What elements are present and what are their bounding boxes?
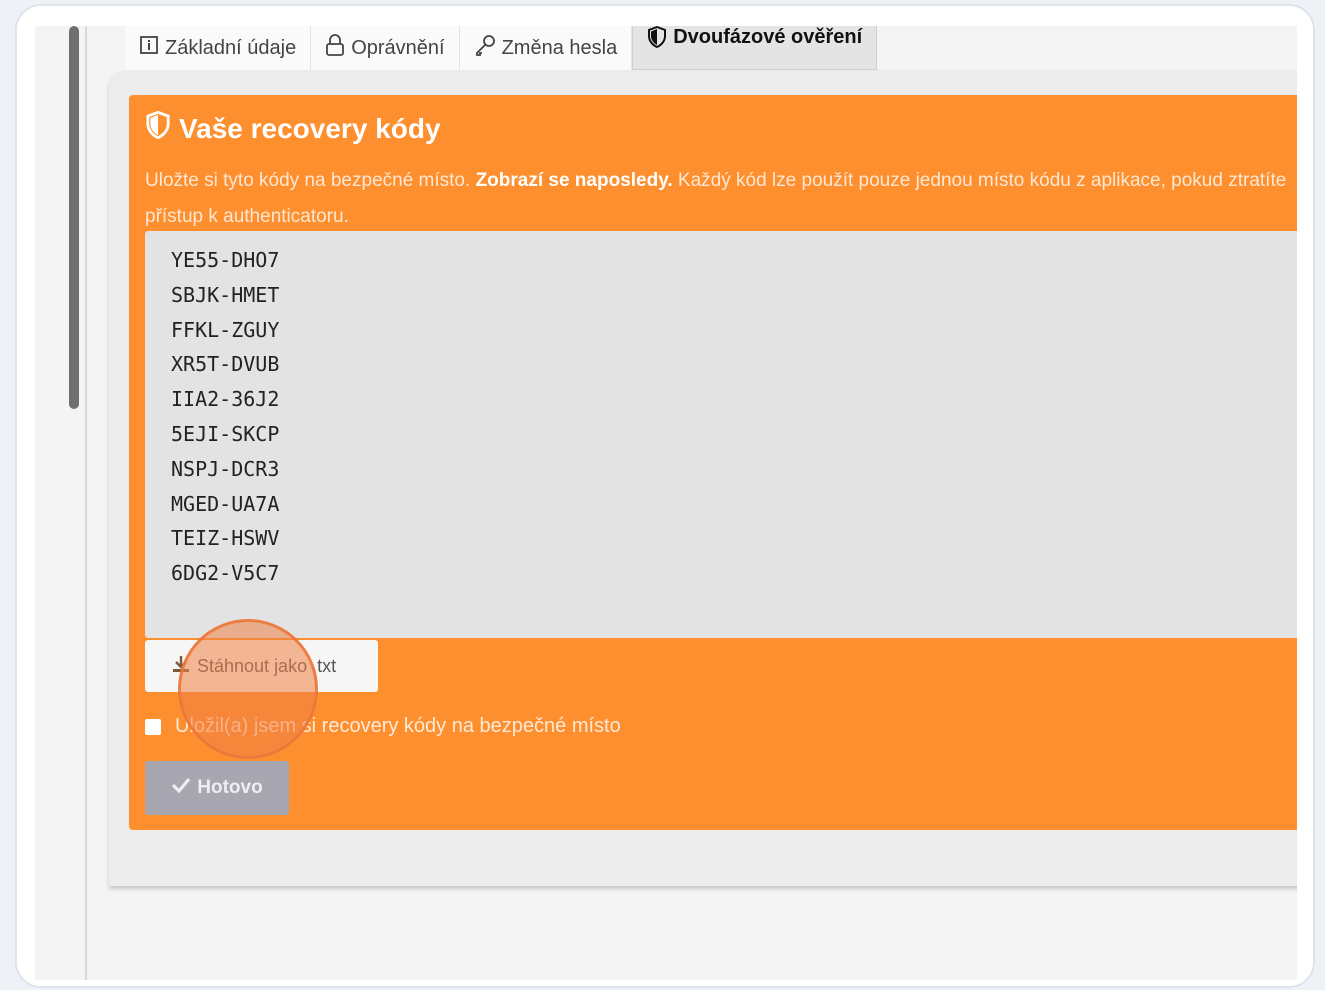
recovery-code: XR5T-DVUB xyxy=(171,352,280,377)
confirm-saved-checkbox[interactable]: Uložil(a) jsem si recovery kódy na bezpe… xyxy=(145,715,621,738)
browser-frame: Základní údaje Oprávnění Změna hesla Dvo… xyxy=(15,4,1315,988)
recovery-codes-list: YE55-DHO7 SBJK-HMET FFKL-ZGUY XR5T-DVUB … xyxy=(145,231,1297,638)
alert-title: Vaše recovery kódy xyxy=(145,110,441,146)
tab-label: Oprávnění xyxy=(351,36,445,59)
tab-label: Dvoufázové ověření xyxy=(673,26,863,48)
recovery-code: SBJK-HMET xyxy=(171,282,280,307)
check-icon xyxy=(171,776,191,800)
tab-two-factor[interactable]: Dvoufázové ověření xyxy=(632,26,878,70)
scrollbar-thumb[interactable] xyxy=(69,26,79,409)
shield-icon xyxy=(647,26,667,54)
tab-label: Základní údaje xyxy=(165,36,297,59)
download-icon xyxy=(171,654,191,679)
lock-icon xyxy=(325,34,345,62)
alert-description: Uložte si tyto kódy na bezpečné místo. Z… xyxy=(145,163,1297,235)
shield-icon xyxy=(145,110,171,146)
tab-permissions[interactable]: Oprávnění xyxy=(311,26,460,70)
tab-change-password[interactable]: Změna hesla xyxy=(459,26,633,70)
tab-bar: Základní údaje Oprávnění Změna hesla Dvo… xyxy=(125,26,878,70)
page-viewport: Základní údaje Oprávnění Změna hesla Dvo… xyxy=(35,26,1297,980)
tab-basic-info[interactable]: Základní údaje xyxy=(125,26,312,70)
alert-title-text: Vaše recovery kódy xyxy=(179,112,441,144)
download-label: Stáhnout jako .txt xyxy=(197,655,337,676)
recovery-code: TEIZ-HSWV xyxy=(171,526,280,551)
done-label: Hotovo xyxy=(197,777,263,798)
recovery-code: MGED-UA7A xyxy=(171,491,280,516)
checkbox-label: Uložil(a) jsem si recovery kódy na bezpe… xyxy=(175,715,621,737)
alert-description-emphasis: Zobrazí se naposledy. xyxy=(475,170,673,191)
key-icon xyxy=(474,34,496,62)
recovery-code: YE55-DHO7 xyxy=(171,248,280,272)
download-txt-button[interactable]: Stáhnout jako .txt xyxy=(145,640,378,692)
alert-description-text: Uložte si tyto kódy na bezpečné místo. xyxy=(145,170,476,191)
info-icon xyxy=(139,35,159,61)
done-button[interactable]: Hotovo xyxy=(145,761,289,815)
tab-label: Změna hesla xyxy=(501,36,618,59)
recovery-code: 6DG2-V5C7 xyxy=(171,561,280,586)
recovery-codes-alert: Vaše recovery kódy Uložte si tyto kódy n… xyxy=(129,95,1297,830)
recovery-code: 5EJI-SKCP xyxy=(171,421,280,446)
recovery-code: FFKL-ZGUY xyxy=(171,317,280,342)
recovery-code: NSPJ-DCR3 xyxy=(171,456,280,481)
checkbox[interactable] xyxy=(145,718,161,735)
recovery-code: IIA2-36J2 xyxy=(171,387,280,412)
